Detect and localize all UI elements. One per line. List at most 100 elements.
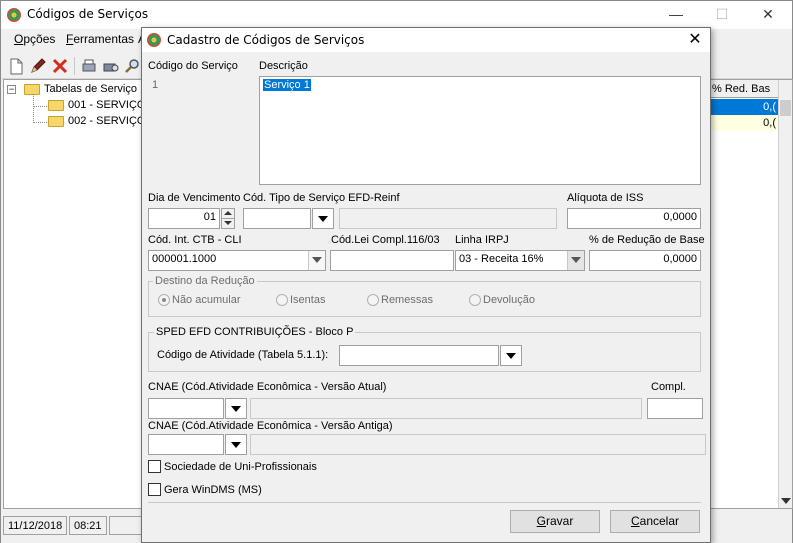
folder-icon (48, 99, 64, 111)
descricao-textarea[interactable]: Serviço 1 (259, 76, 701, 185)
menu-opcoes[interactable]: Opções (14, 32, 55, 46)
spin-down-icon[interactable] (224, 221, 232, 225)
cnae-atual-description (250, 398, 642, 419)
tree-line (33, 94, 34, 123)
chevron-down-icon[interactable] (567, 251, 584, 270)
windms-label: Gera WinDMS (MS) (164, 484, 262, 496)
irpj-select[interactable]: 03 - Receita 16% (455, 250, 585, 271)
descricao-label: Descrição (259, 60, 308, 72)
atividade-label: Código de Atividade (Tabela 5.1.1): (157, 349, 329, 361)
lei-field[interactable] (330, 250, 454, 271)
status-panel (109, 516, 145, 535)
aliquota-field[interactable]: 0,0000 (567, 208, 701, 229)
tipo-servico-label: Cód. Tipo de Serviço EFD-Reinf (243, 192, 400, 204)
irpj-value: 03 - Receita 16% (459, 253, 544, 265)
minimize-button[interactable]: — (653, 1, 699, 29)
service-grid[interactable]: % Red. Bas 0,( 0,( (707, 79, 793, 509)
cnae-antiga-dropdown-button[interactable] (225, 434, 247, 455)
reducao-field[interactable]: 0,0000 (589, 250, 701, 271)
radio-nao-acumular-label: Não acumular (172, 294, 241, 306)
gravar-button[interactable]: Gravar (510, 510, 600, 533)
codigo-field[interactable]: 1 (148, 76, 254, 97)
tree-item[interactable]: 002 - SERVIÇO (48, 115, 145, 127)
dia-vencimento-label: Dia de Vencimento (148, 192, 241, 204)
collapse-toggle[interactable]: − (7, 85, 16, 94)
atividade-field[interactable] (339, 345, 499, 366)
dialog-separator (148, 502, 701, 503)
cnae-atual-dropdown-button[interactable] (225, 398, 247, 419)
folder-icon (24, 83, 40, 95)
menu-ferramentas[interactable]: Ferramentas (66, 32, 134, 46)
service-tree[interactable]: − Tabelas de Serviço 001 - SERVIÇO 002 -… (3, 79, 145, 509)
print-icon[interactable] (80, 57, 98, 75)
cnae-atual-field[interactable] (148, 398, 224, 419)
cnae-atual-label: CNAE (Cód.Atividade Econômica - Versão A… (148, 381, 387, 393)
tree-item[interactable]: 001 - SERVIÇO (48, 99, 145, 111)
reducao-label: % de Redução de Base (589, 234, 705, 246)
toolbar-separator (74, 57, 75, 75)
main-title-bar: Códigos de Serviços — ☐ ✕ (1, 1, 792, 29)
dialog-app-icon (147, 33, 161, 47)
irpj-label: Linha IRPJ (455, 234, 509, 246)
windms-checkbox[interactable] (148, 483, 161, 496)
edit-pencil-icon[interactable] (29, 57, 47, 75)
search-icon[interactable] (124, 57, 142, 75)
close-button[interactable]: ✕ (745, 1, 791, 29)
radio-nao-acumular[interactable] (158, 294, 170, 306)
descricao-text: Serviço 1 (263, 79, 311, 91)
spin-up-icon[interactable] (224, 211, 232, 215)
cnae-antiga-label: CNAE (Cód.Atividade Econômica - Versão A… (148, 420, 393, 432)
tipo-servico-dropdown-button[interactable] (312, 208, 334, 229)
scrollbar-thumb[interactable] (780, 100, 791, 116)
radio-remessas-label: Remessas (381, 294, 433, 306)
aliquota-label: Alíquota de ISS (567, 192, 644, 204)
new-document-icon[interactable] (7, 57, 25, 75)
dia-vencimento-field[interactable]: 01 (148, 208, 220, 229)
grid-row[interactable]: 0,( (708, 115, 778, 131)
grid-row[interactable]: 0,( (708, 99, 778, 115)
ctb-label: Cód. Int. CTB - CLI (148, 234, 242, 246)
maximize-button[interactable]: ☐ (699, 1, 745, 29)
destino-reducao-legend: Destino da Redução (153, 275, 257, 287)
dialog-close-button[interactable]: ✕ (680, 28, 710, 52)
print-preview-icon[interactable] (102, 57, 120, 75)
atividade-dropdown-button[interactable] (500, 345, 522, 366)
dia-vencimento-spinner[interactable] (221, 208, 235, 229)
delete-x-icon[interactable] (51, 57, 69, 75)
app-icon (7, 8, 21, 22)
cancelar-button[interactable]: Cancelar (610, 510, 700, 533)
radio-devolucao[interactable] (469, 294, 481, 306)
compl-label: Compl. (651, 381, 686, 393)
spinner-divider (222, 218, 234, 219)
sped-legend: SPED EFD CONTRIBUIÇÕES - Bloco P (154, 326, 356, 338)
compl-field[interactable] (647, 398, 703, 419)
service-code-dialog: Cadastro de Códigos de Serviços ✕ Código… (141, 27, 711, 543)
scroll-down-icon[interactable] (781, 498, 791, 504)
tipo-servico-description (339, 208, 557, 229)
lei-label: Cód.Lei Compl.116/03 (331, 234, 440, 246)
tipo-servico-field[interactable] (243, 208, 311, 229)
radio-remessas[interactable] (367, 294, 379, 306)
status-time: 08:21 (69, 516, 107, 535)
dialog-title-bar: Cadastro de Códigos de Serviços ✕ (142, 28, 710, 52)
main-window-title: Códigos de Serviços (27, 7, 149, 21)
grid-header[interactable]: % Red. Bas (708, 80, 778, 98)
chevron-down-icon[interactable] (308, 251, 325, 270)
tree-line (33, 122, 47, 123)
radio-isentas[interactable] (276, 294, 288, 306)
cnae-antiga-description (250, 434, 706, 455)
tree-line (33, 106, 47, 107)
folder-icon (48, 115, 64, 127)
ctb-value: 000001.1000 (152, 253, 217, 265)
dialog-title: Cadastro de Códigos de Serviços (167, 33, 365, 47)
uni-profissionais-label: Sociedade de Uni-Profissionais (164, 461, 317, 473)
uni-profissionais-checkbox[interactable] (148, 460, 161, 473)
radio-devolucao-label: Devolução (483, 294, 535, 306)
vertical-scrollbar[interactable] (778, 80, 792, 508)
radio-isentas-label: Isentas (290, 294, 326, 306)
ctb-select[interactable]: 000001.1000 (148, 250, 326, 271)
status-date: 11/12/2018 (3, 516, 67, 535)
codigo-label: Código do Serviço (148, 60, 238, 72)
tree-root[interactable]: Tabelas de Serviço (24, 83, 137, 95)
cnae-antiga-field[interactable] (148, 434, 224, 455)
